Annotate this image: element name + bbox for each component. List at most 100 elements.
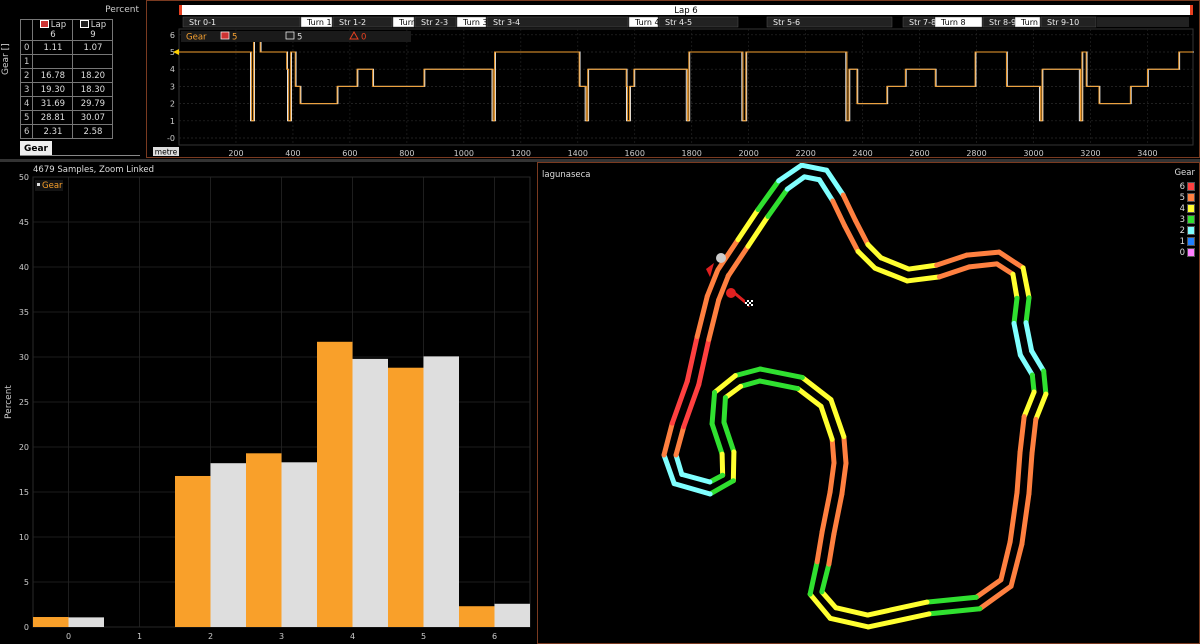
track-segment-gear-4 (1010, 271, 1020, 301)
col-lap6[interactable]: Lap 6 (32, 19, 74, 41)
track-segment-gear-4 (833, 605, 871, 618)
section-label: Str 5-6 (773, 18, 800, 27)
table-row: 0 1.11 1.07 (19, 40, 114, 55)
histogram-x-ticks: 0 1 2 3 4 5 6 (66, 632, 497, 641)
stats-axis-label: Gear [] (1, 43, 11, 75)
bar-lap-6-gear-0[interactable] (33, 617, 69, 627)
legend-gear-label: 2 (1179, 225, 1185, 236)
track-segment-gear-6 (696, 336, 712, 388)
track-outer-line (661, 163, 1049, 630)
x-tick-label: 1 (137, 632, 142, 641)
track-segment-gear-5 (706, 297, 722, 342)
track-segment-gear-5 (1008, 541, 1025, 589)
section-label: Str 2-3 (421, 18, 448, 27)
lap9-position-marker[interactable] (716, 253, 726, 263)
legend-gear-label: 1 (1179, 236, 1185, 247)
section-label: Turn 8 (940, 18, 966, 27)
y-tick-label: 0 (24, 623, 29, 632)
track-segment-gear-4 (1020, 265, 1032, 301)
y-tick-label: 3 (170, 82, 175, 91)
bar-lap-9-gear-6[interactable] (494, 603, 531, 627)
x-tick-label: 1200 (511, 149, 531, 157)
bar-lap-9-gear-3[interactable] (281, 462, 318, 627)
bar-lap-9-gear-4[interactable] (352, 358, 389, 627)
track-segment-gear-4 (828, 397, 847, 440)
track-segment-gear-5 (661, 420, 675, 458)
track-segment-gear-3 (819, 561, 832, 595)
track-segment-gear-3 (757, 378, 801, 392)
gear-histogram-panel[interactable]: 4679 Samples, Zoom Linked 0 5 10 15 20 25 30 35… (0, 162, 536, 644)
bar-lap-6-gear-4[interactable] (317, 341, 353, 627)
track-segment-gear-3 (738, 378, 763, 389)
x-tick-label: 6 (492, 632, 497, 641)
section-label: Str 3-4 (493, 18, 520, 27)
lap9-flag-icon (79, 20, 89, 28)
gear-trace-chart[interactable]: Lap 6 Str 0-1 Turn 1 Str 1-2 Turn 2Str 2-3 T… (147, 1, 1199, 157)
gear-color-legend: Gear 6543210 (1173, 168, 1195, 258)
bar-lap-6-gear-5[interactable] (388, 367, 424, 627)
histogram-y-ticks: 0 5 10 15 20 25 30 35 40 45 50 (19, 173, 29, 632)
track-segment-gear-5 (964, 249, 1002, 258)
legend-swatch (1187, 204, 1195, 213)
table-row: 4 31.69 29.79 (19, 96, 114, 111)
lap6-position-marker[interactable] (726, 288, 736, 298)
section-label: Str 8-9 (989, 18, 1016, 27)
x-tick-label: 5 (421, 632, 426, 641)
track-segment-gear-4 (719, 451, 726, 478)
track-segment-gear-5 (994, 261, 1016, 277)
legend-swatch (1187, 248, 1195, 257)
track-map-panel[interactable]: lagunaseca Gear 6543210 (537, 162, 1200, 644)
bar-lap-9-gear-2[interactable] (210, 463, 247, 627)
bar-lap-6-gear-2[interactable] (175, 475, 211, 627)
gear-channel-button[interactable]: Gear (20, 141, 52, 156)
track-segment-gear-5 (852, 217, 871, 248)
x-tick-label: 2200 (795, 149, 815, 157)
section-label: Turn 4 (634, 18, 660, 27)
x-tick-label: 3400 (1137, 149, 1157, 157)
track-segment-gear-2 (673, 452, 685, 477)
track-segment-gear-5 (673, 424, 687, 458)
track-segment-gear-5 (826, 531, 837, 567)
track-segment-gear-5 (831, 491, 845, 537)
table-row: 5 28.81 30.07 (19, 110, 114, 125)
channel-name: Gear (186, 33, 207, 43)
x-tick-label: 600 (342, 149, 357, 157)
gear-stats-panel: Percent Gear [] Lap 6 Lap 9 0 1.11 1.07 1 … (0, 0, 145, 158)
cursor-lap6-value: 5 (232, 33, 237, 43)
histogram-y-label: Percent (4, 385, 14, 419)
y-tick-label: 6 (170, 31, 175, 40)
gear-trace-panel[interactable]: Lap 6 Str 0-1 Turn 1 Str 1-2 Turn 2 Str 2-3 T… (146, 0, 1200, 158)
track-segment-gear-6 (684, 334, 700, 384)
track-segment-gear-5 (830, 198, 848, 229)
track-segment-gear-3 (709, 421, 725, 457)
y-tick-label: 20 (19, 443, 29, 452)
legend-swatch (1187, 226, 1195, 235)
trace-x-ticks: 200 400 600 800 1000 1200 1400 1600 1800 2000 2200… (228, 149, 1157, 157)
y-tick-label: 15 (19, 488, 29, 497)
track-segment-gear-2 (661, 452, 677, 487)
gear-histogram-chart[interactable]: 05101520253035404550 0123456 Gear Percen… (0, 162, 536, 644)
col-lap9[interactable]: Lap 9 (72, 19, 114, 41)
bar-lap-9-gear-5[interactable] (423, 356, 460, 627)
section-bar[interactable]: Str 0-1 Turn 1 Str 1-2 Turn 2Str 2-3 Turn 3S… (182, 16, 1189, 28)
x-tick-label: 2600 (909, 149, 929, 157)
checkered-flag-icon (745, 300, 753, 306)
track-map[interactable] (538, 163, 1199, 643)
table-row: 1 (19, 54, 114, 69)
section-tail (1097, 17, 1189, 27)
bar-lap-6-gear-6[interactable] (459, 606, 495, 627)
bar-lap-9-gear-0[interactable] (68, 617, 105, 627)
track-segment-gear-3 (924, 594, 979, 605)
track-segment-gear-3 (1029, 372, 1037, 395)
track-segment-gear-3 (757, 366, 805, 380)
cursor-readout (181, 31, 411, 42)
y-tick-label: 2 (170, 100, 175, 109)
track-segment-gear-4 (818, 403, 835, 442)
x-tick-label: 2400 (852, 149, 872, 157)
bar-lap-6-gear-3[interactable] (246, 453, 282, 627)
track-segment-gear-4 (872, 265, 910, 284)
track-segment-gear-2 (799, 163, 830, 173)
legend-swatch (1187, 193, 1195, 202)
section-label: Str 1-2 (339, 18, 366, 27)
stats-table: Lap 6 Lap 9 0 1.11 1.07 1 2 16.78 18.20 3 19.… (19, 19, 114, 139)
